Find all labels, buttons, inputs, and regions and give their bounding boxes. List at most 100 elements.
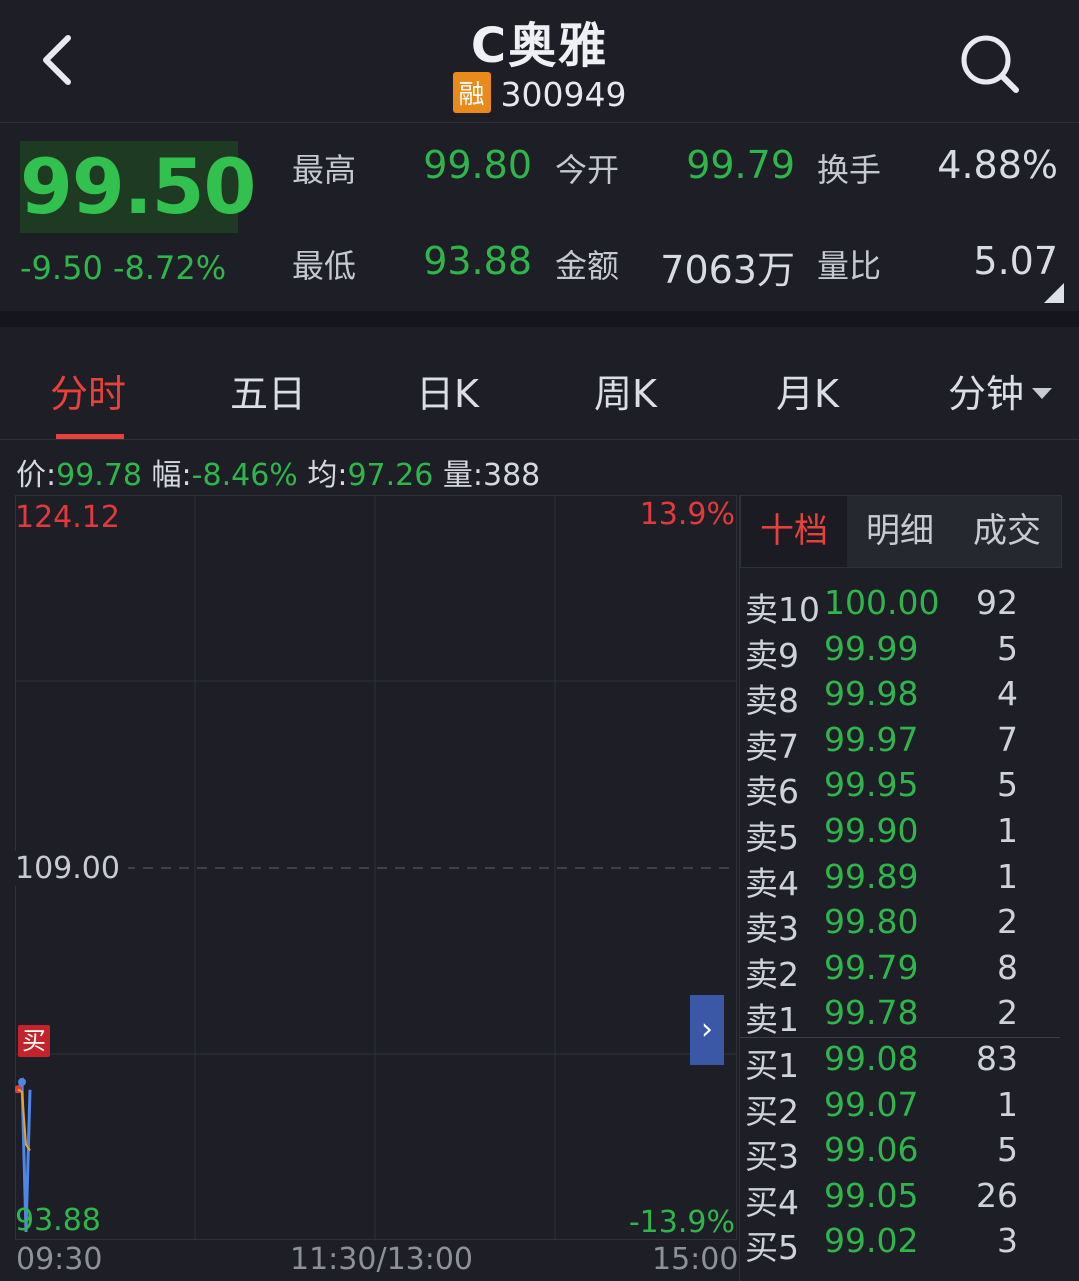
level-price: 99.98 — [824, 674, 919, 714]
tab-daily-k[interactable]: 日K — [416, 363, 479, 418]
ask-row[interactable]: 卖1 99.78 2 — [740, 993, 1062, 1040]
level-volume: 2 — [997, 993, 1018, 1033]
info-avg: 97.26 — [347, 458, 434, 493]
stock-code: 300949 — [500, 75, 627, 114]
level-price: 99.97 — [824, 719, 919, 759]
tab-ten-levels[interactable]: 十档 — [741, 496, 847, 567]
price-point — [18, 1078, 26, 1087]
tab-intraday[interactable]: 分时 — [50, 363, 126, 418]
level-label: 卖5 — [745, 818, 799, 857]
tab-trades[interactable]: 成交 — [953, 496, 1061, 567]
intraday-chart[interactable]: 124.12 109.00 93.88 13.9% -13.9% — [14, 495, 737, 1240]
ask-row[interactable]: 卖3 99.80 2 — [740, 902, 1062, 949]
level-volume: 3 — [997, 1221, 1018, 1261]
level-price: 99.05 — [824, 1175, 919, 1215]
turnover-label: 换手 — [817, 151, 882, 189]
level-volume: 92 — [976, 583, 1018, 622]
chevron-down-icon — [1032, 388, 1053, 399]
ask-row[interactable]: 卖2 99.79 8 — [740, 947, 1062, 994]
open-value: 99.79 — [686, 143, 795, 187]
y-axis-reference: 109.00 — [15, 851, 128, 886]
level-price: 99.02 — [824, 1221, 919, 1261]
info-amp-label: 幅: — [151, 458, 192, 493]
chart-tabs: 分时 五日 日K 周K 月K 分钟 — [0, 327, 1079, 440]
pct-axis-min: -13.9% — [628, 1205, 735, 1240]
info-vol-label: 量: — [442, 458, 483, 493]
order-book: 十档 明细 成交 卖10 100.00 92 卖9 99.99 5 卖8 99.98 4 卖7 99… — [739, 495, 1062, 1281]
open-label: 今开 — [555, 151, 620, 189]
turnover-value: 4.88% — [937, 143, 1058, 187]
level-price: 99.80 — [824, 902, 919, 942]
price-change: -9.50 -8.72% — [20, 249, 227, 287]
level-label: 买2 — [745, 1091, 799, 1131]
level-volume: 4 — [997, 674, 1018, 714]
bid-row[interactable]: 买4 99.05 26 — [740, 1175, 1062, 1222]
expand-corner-icon[interactable] — [1044, 283, 1064, 303]
crosshair-info: 价:99.78 幅:-8.46% 均:97.26 量:388 — [16, 450, 540, 494]
level-label: 卖10 — [745, 590, 820, 629]
info-avg-label: 均: — [307, 458, 348, 493]
level-volume: 5 — [997, 1130, 1018, 1170]
expand-orderbook-button[interactable]: › — [690, 995, 724, 1065]
level-label: 卖7 — [745, 726, 799, 766]
ask-row[interactable]: 卖6 99.95 5 — [740, 765, 1062, 812]
bid-row[interactable]: 买3 99.06 5 — [740, 1130, 1062, 1177]
level-price: 99.07 — [824, 1084, 919, 1124]
ask-row[interactable]: 卖5 99.90 1 — [740, 811, 1062, 857]
bid-row[interactable]: 买1 99.08 83 — [740, 1039, 1062, 1085]
pct-axis-max: 13.9% — [639, 497, 735, 532]
ask-row[interactable]: 卖10 100.00 92 — [740, 583, 1062, 629]
tab-five-day[interactable]: 五日 — [230, 363, 306, 418]
buy-signal-marker[interactable]: 买 — [18, 1025, 50, 1057]
bid-row[interactable]: 买5 99.02 3 — [740, 1221, 1062, 1267]
level-label: 买3 — [745, 1137, 799, 1177]
search-icon[interactable] — [956, 30, 1022, 96]
amount-value: 7063万 — [660, 248, 795, 292]
ask-row[interactable]: 卖7 99.97 7 — [740, 719, 1062, 766]
level-price: 99.90 — [824, 811, 919, 850]
tab-minute[interactable]: 分钟 — [948, 363, 1053, 418]
tab-weekly-k[interactable]: 周K — [594, 363, 657, 418]
info-price: 99.78 — [56, 458, 142, 493]
tab-details[interactable]: 明细 — [847, 496, 953, 567]
active-tab-indicator — [56, 434, 124, 439]
level-label: 卖1 — [745, 1000, 799, 1040]
level-volume: 1 — [997, 811, 1018, 850]
level-volume: 1 — [997, 856, 1018, 896]
tab-monthly-k[interactable]: 月K — [776, 363, 839, 418]
level-label: 卖6 — [745, 772, 799, 812]
ask-row[interactable]: 卖8 99.98 4 — [740, 674, 1062, 721]
info-amp: -8.46% — [191, 458, 298, 493]
time-label-close: 15:00 — [652, 1242, 739, 1277]
bid-row[interactable]: 买2 99.07 1 — [740, 1084, 1062, 1131]
level-price: 99.08 — [824, 1039, 919, 1078]
margin-trading-badge: 融 — [452, 72, 491, 113]
y-axis-min: 93.88 — [15, 1203, 101, 1238]
high-value: 99.80 — [423, 143, 532, 187]
time-label-open: 09:30 — [16, 1242, 103, 1277]
level-volume: 26 — [976, 1175, 1018, 1215]
level-label: 买1 — [745, 1046, 799, 1085]
level-volume: 5 — [997, 628, 1018, 668]
low-value: 93.88 — [423, 239, 532, 283]
amount-label: 金额 — [555, 247, 620, 285]
level-label: 卖3 — [745, 909, 799, 949]
ask-bid-divider — [740, 1037, 1060, 1038]
ask-row[interactable]: 卖4 99.89 1 — [740, 856, 1062, 903]
level-volume: 5 — [997, 765, 1018, 805]
level-label: 买4 — [745, 1182, 799, 1222]
level-volume: 7 — [997, 719, 1018, 759]
level-price: 99.99 — [824, 628, 919, 668]
level-label: 卖9 — [745, 635, 799, 675]
level-price: 99.79 — [824, 947, 919, 987]
info-price-label: 价: — [16, 458, 57, 493]
info-vol: 388 — [483, 458, 541, 493]
low-label: 最低 — [292, 247, 357, 285]
level-label: 卖8 — [745, 681, 799, 721]
current-price: 99.50 — [20, 141, 256, 233]
y-axis-max: 124.12 — [15, 500, 120, 535]
time-axis: 09:30 11:30/13:00 15:00 — [0, 1242, 740, 1281]
level-volume: 2 — [997, 902, 1018, 942]
ask-row[interactable]: 卖9 99.99 5 — [740, 628, 1062, 675]
level-price: 100.00 — [824, 583, 940, 622]
